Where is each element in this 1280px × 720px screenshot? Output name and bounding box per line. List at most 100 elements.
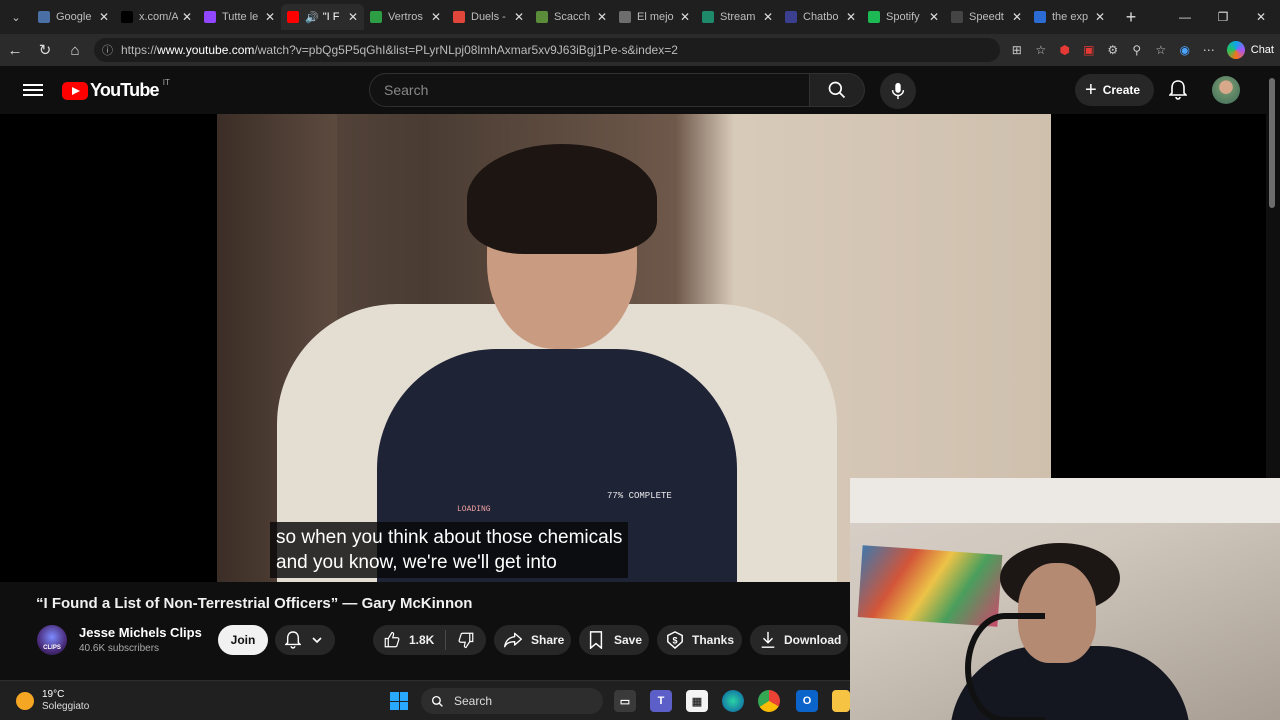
chevron-down-icon (312, 637, 322, 644)
taskbar-search[interactable]: Search (421, 688, 603, 714)
task-view-icon[interactable]: ▭ (614, 690, 636, 712)
close-tab-icon[interactable]: ✕ (846, 10, 856, 24)
windows-start-icon[interactable] (390, 692, 408, 710)
file-explorer-icon[interactable] (832, 690, 850, 712)
google-favicon-icon (38, 11, 50, 23)
close-tab-icon[interactable]: ✕ (1095, 10, 1105, 24)
tab-title: the exp (1052, 11, 1089, 23)
close-tab-icon[interactable]: ✕ (99, 10, 109, 24)
favorite-star-icon[interactable]: ☆ (1029, 38, 1053, 62)
plus-icon: + (1085, 79, 1097, 101)
minimize-icon[interactable]: — (1166, 0, 1204, 34)
join-button[interactable]: Join (218, 625, 268, 655)
tab-title: Spotify (886, 11, 920, 23)
close-tab-icon[interactable]: ✕ (597, 10, 607, 24)
search-icon (828, 81, 846, 99)
caption-line-2: and you know, we're we'll get into (276, 552, 557, 573)
voice-search-button[interactable] (880, 73, 916, 109)
browser-tab[interactable]: Scacch ✕ (530, 4, 613, 30)
close-window-icon[interactable]: ✕ (1242, 0, 1280, 34)
account-avatar[interactable] (1212, 76, 1240, 104)
browser-tab[interactable]: Stream ✕ (696, 4, 779, 30)
tab-title: Google (56, 11, 92, 23)
tab-title: Tutte le (222, 11, 259, 23)
close-tab-icon[interactable]: ✕ (348, 10, 358, 24)
thanks-button[interactable]: $ Thanks (657, 625, 742, 655)
browser-tab[interactable]: Spotify ✕ (862, 4, 945, 30)
store-icon[interactable]: ▦ (686, 690, 708, 712)
profile-circle-icon[interactable]: ◉ (1173, 38, 1197, 62)
extension-badge-icon[interactable]: ▣ (1077, 38, 1101, 62)
browser-tab[interactable]: Vertros ✕ (364, 4, 447, 30)
close-tab-icon[interactable]: ✕ (265, 10, 275, 24)
browser-tab[interactable]: x.com/A ✕ (115, 4, 198, 30)
spotify-favicon-icon (868, 11, 880, 23)
reload-icon[interactable]: ↻ (30, 35, 60, 65)
subscription-bell-button[interactable] (275, 625, 335, 655)
url-path: /watch?v=pbQg5P5qGhI&list=PLyrNLpj08lmhA… (254, 43, 678, 57)
download-button[interactable]: Download (750, 625, 848, 655)
browser-tab[interactable]: the exp ✕ (1028, 4, 1111, 30)
channel-avatar[interactable]: CLIPS (37, 625, 67, 655)
browser-tab[interactable]: Tutte le ✕ (198, 4, 281, 30)
close-tab-icon[interactable]: ✕ (680, 10, 690, 24)
performance-icon[interactable]: ⚲ (1125, 38, 1149, 62)
bookmark-icon (589, 631, 603, 649)
close-tab-icon[interactable]: ✕ (514, 10, 524, 24)
restore-icon[interactable]: ❐ (1204, 0, 1242, 34)
new-tab-button[interactable]: + (1117, 3, 1145, 31)
browser-tab-strip: ⌄ Google ✕ x.com/A ✕ Tutte le ✕ 🔊 "I F ✕ Vertros ✕… (0, 0, 1280, 34)
favorites-icon[interactable]: ☆ (1149, 38, 1173, 62)
close-tab-icon[interactable]: ✕ (929, 10, 939, 24)
speaker-icon[interactable]: 🔊 (305, 11, 319, 24)
hamburger-menu-icon[interactable] (20, 78, 46, 102)
site-info-icon[interactable]: ⓘ (102, 42, 113, 58)
browser-tab[interactable]: El mejo ✕ (613, 4, 696, 30)
home-icon[interactable]: ⌂ (60, 35, 90, 65)
speedtest-favicon-icon (951, 11, 963, 23)
weather-widget[interactable]: 19°C Soleggiato (16, 689, 89, 713)
browser-tab[interactable]: Duels - ✕ (447, 4, 530, 30)
dislike-button[interactable] (446, 631, 486, 649)
webcam-painting (857, 545, 1003, 627)
close-tab-icon[interactable]: ✕ (431, 10, 441, 24)
notifications-button[interactable] (1164, 76, 1192, 104)
youtube-logo[interactable]: YouTube IT (62, 78, 170, 101)
browser-tab[interactable]: Speedt ✕ (945, 4, 1028, 30)
address-bar[interactable]: ⓘ https://www.youtube.com/watch?v=pbQg5P… (94, 38, 1000, 62)
tab-list-chevron-icon[interactable]: ⌄ (0, 0, 32, 34)
more-options-icon[interactable]: ⋯ (1197, 38, 1221, 62)
app-available-icon[interactable]: ⊞ (1005, 38, 1029, 62)
save-label: Save (614, 633, 643, 647)
tab-title: Chatbo (803, 11, 839, 23)
x-favicon-icon (121, 11, 133, 23)
el-mejor-favicon-icon (619, 11, 631, 23)
search-button[interactable] (810, 73, 865, 107)
url-domain: www.youtube.com (157, 43, 255, 57)
browser-tab[interactable]: 🔊 "I F ✕ (281, 4, 364, 30)
outlook-icon[interactable]: O (796, 690, 818, 712)
copilot-chat-button[interactable]: Chat (1226, 41, 1274, 59)
like-button[interactable]: 1.8K (373, 631, 445, 649)
back-arrow-icon[interactable]: ← (0, 35, 30, 65)
video-captions: so when you think about those chemicals … (270, 522, 629, 578)
page-scrollbar-thumb[interactable] (1269, 78, 1275, 208)
close-tab-icon[interactable]: ✕ (1012, 10, 1022, 24)
teams-icon[interactable]: T (650, 690, 672, 712)
create-button[interactable]: + Create (1075, 74, 1155, 106)
tab-title: Stream (720, 11, 756, 23)
country-code: IT (162, 78, 170, 87)
close-tab-icon[interactable]: ✕ (182, 10, 192, 24)
search-input[interactable] (369, 73, 810, 107)
channel-name[interactable]: Jesse Michels Clips (79, 625, 202, 640)
bell-icon (285, 631, 301, 649)
edge-browser-icon[interactable] (722, 690, 744, 712)
browser-tab[interactable]: Google ✕ (32, 4, 115, 30)
share-button[interactable]: Share (494, 625, 571, 655)
browser-tab[interactable]: Chatbo ✕ (779, 4, 862, 30)
extension-red-shield-icon[interactable]: ⬢ (1053, 38, 1077, 62)
close-tab-icon[interactable]: ✕ (763, 10, 773, 24)
save-button[interactable]: Save (579, 625, 649, 655)
extensions-puzzle-icon[interactable]: ⚙ (1101, 38, 1125, 62)
chrome-icon[interactable] (758, 690, 780, 712)
